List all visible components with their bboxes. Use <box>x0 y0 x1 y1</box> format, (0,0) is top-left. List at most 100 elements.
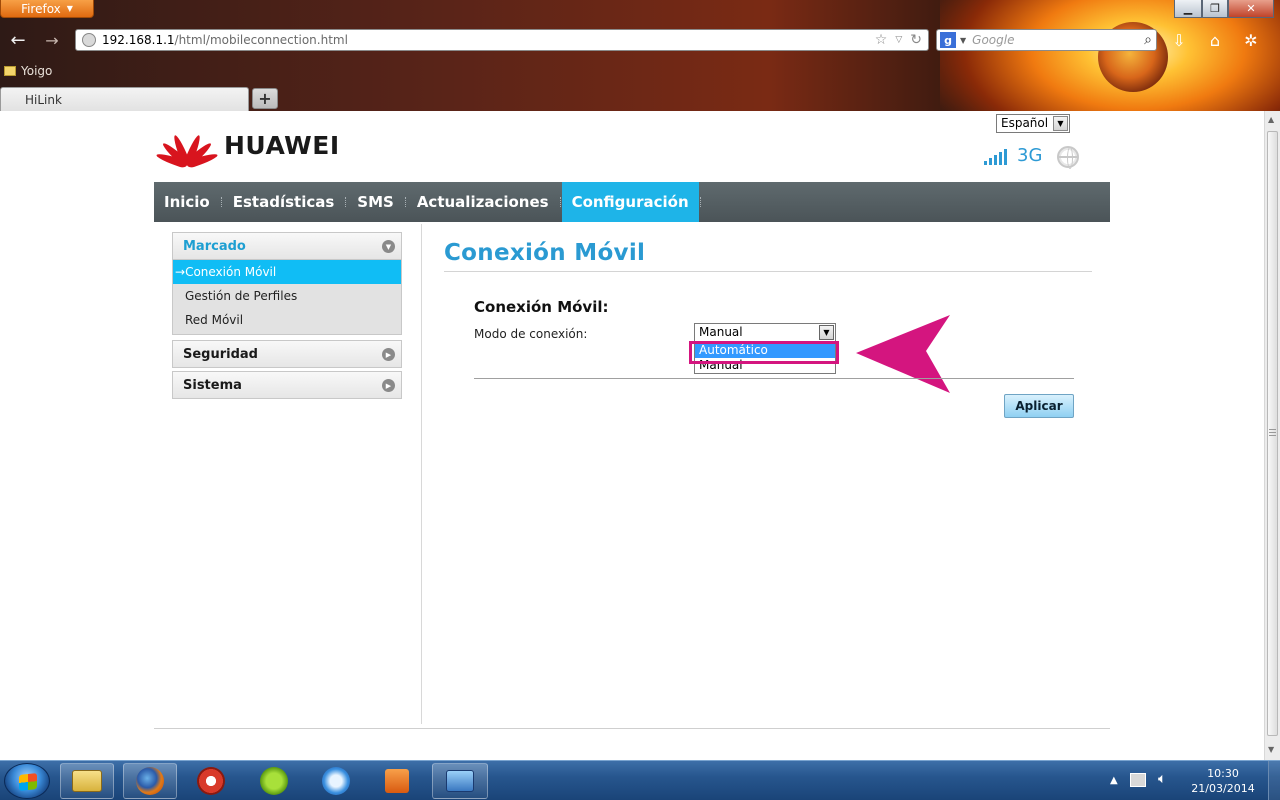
dropdown-history-icon[interactable]: ▽ <box>895 32 902 48</box>
folder-icon <box>72 770 102 792</box>
home-icon[interactable]: ⌂ <box>1204 29 1226 51</box>
apply-button[interactable]: Aplicar <box>1004 394 1074 418</box>
clock-time: 10:30 <box>1207 767 1239 780</box>
spotify-icon <box>260 767 288 795</box>
sidebar-item-gestion-perfiles[interactable]: Gestión de Perfiles <box>173 284 401 308</box>
tab-hilink[interactable]: HiLink <box>0 87 249 111</box>
new-tab-button[interactable]: + <box>252 88 278 109</box>
content-divider <box>421 224 422 724</box>
nav-item-4[interactable]: Configuración <box>561 182 699 222</box>
form-divider <box>474 378 1074 379</box>
huawei-logo: HUAWEI <box>155 123 340 169</box>
signal-bar <box>984 161 987 165</box>
nav-item-3[interactable]: Actualizaciones <box>407 182 559 222</box>
scroll-up-icon[interactable]: ▲ <box>1268 115 1274 124</box>
maximize-window-button[interactable]: ❐ <box>1202 0 1228 18</box>
option-manual[interactable]: Manual <box>695 358 835 373</box>
section-heading: Conexión Móvil: <box>474 298 609 316</box>
windows-taskbar: ▲ 🔈︎ 10:30 21/03/2014 <box>0 760 1280 800</box>
address-bar[interactable]: 192.168.1.1/html/mobileconnection.html ☆… <box>75 29 929 51</box>
search-engine-icon[interactable]: g <box>940 32 956 48</box>
sidebar-item-conexion-movil[interactable]: → Conexión Móvil <box>173 260 401 284</box>
site-identity-icon[interactable] <box>82 33 96 47</box>
taskbar-ccleaner[interactable] <box>184 763 238 799</box>
sidebar-section-label: Marcado <box>183 238 246 254</box>
expand-circle-icon: ▶ <box>382 348 395 361</box>
connection-mode-value: Manual <box>699 325 743 339</box>
language-select[interactable]: Español ▼ <box>996 114 1070 133</box>
network-status-icon[interactable] <box>1130 773 1146 787</box>
itunes-icon <box>322 767 350 795</box>
sidebar-section-label: Sistema <box>183 377 242 393</box>
chevron-down-icon: ▼ <box>66 4 73 13</box>
scroll-down-icon[interactable]: ▼ <box>1268 745 1274 754</box>
media-player-icon <box>385 769 409 793</box>
sidebar-section-sistema[interactable]: Sistema ▶ <box>172 371 402 399</box>
huawei-header: HUAWEI Español ▼ 3G <box>154 111 1110 182</box>
chevron-down-icon: ▼ <box>1053 116 1068 131</box>
sidebar-item-red-movil[interactable]: Red Móvil <box>173 308 401 332</box>
nav-separator <box>345 197 347 207</box>
signal-bar <box>994 155 997 165</box>
language-value: Español <box>1001 116 1049 130</box>
sidebar-section-marcado[interactable]: Marcado ▼ <box>172 232 402 260</box>
forward-arrow-icon[interactable]: → <box>40 28 64 52</box>
page-scrollbar[interactable]: ▲ ▼ <box>1264 111 1280 760</box>
bookmarks-menu-icon[interactable]: ✲ <box>1240 29 1262 51</box>
signal-bar <box>989 158 992 165</box>
browser-chrome: Firefox ▼ ▁ ❐ ✕ ← → 192.168.1.1/html/mob… <box>0 0 1280 111</box>
sidebar-item-label: Red Móvil <box>185 313 244 327</box>
reload-icon[interactable]: ↻ <box>910 32 922 48</box>
sidebar-item-label: Conexión Móvil <box>185 265 277 279</box>
search-engine-chevron-icon[interactable]: ▼ <box>960 36 966 45</box>
minimize-window-button[interactable]: ▁ <box>1174 0 1202 18</box>
windows-logo-icon <box>19 773 37 791</box>
clock-date: 21/03/2014 <box>1191 782 1255 795</box>
signal-bar <box>999 152 1002 165</box>
taskbar-firefox[interactable] <box>123 763 177 799</box>
search-icon[interactable]: ⌕ <box>1144 32 1152 48</box>
firefox-menu-button[interactable]: Firefox ▼ <box>0 0 94 18</box>
firefox-icon <box>136 767 164 795</box>
search-bar[interactable]: g ▼ Google ⌕ <box>936 29 1157 51</box>
system-tray: ▲ 🔈︎ 10:30 21/03/2014 <box>1110 761 1280 800</box>
signal-strength-icon <box>984 145 1007 165</box>
connection-mode-select[interactable]: Manual ▼ <box>694 323 836 342</box>
chevron-down-icon[interactable]: ▼ <box>819 325 834 340</box>
ccleaner-icon <box>197 767 225 795</box>
downloads-icon[interactable]: ⇩ <box>1168 29 1190 51</box>
nav-separator <box>699 197 701 207</box>
network-type: 3G <box>1017 145 1043 166</box>
taskbar-itunes[interactable] <box>309 763 363 799</box>
tab-title: HiLink <box>25 93 62 107</box>
volume-icon[interactable]: 🔈︎ <box>1158 771 1166 787</box>
sidebar-submenu-marcado: → Conexión Móvil Gestión de Perfiles Red … <box>172 260 402 335</box>
taskbar-spotify[interactable] <box>247 763 301 799</box>
close-window-button[interactable]: ✕ <box>1228 0 1274 18</box>
nav-item-0[interactable]: Inicio <box>154 182 220 222</box>
back-arrow-icon[interactable]: ← <box>6 28 30 52</box>
taskbar-media-player[interactable] <box>370 763 424 799</box>
sidebar-section-label: Seguridad <box>183 346 258 362</box>
nav-item-2[interactable]: SMS <box>347 182 404 222</box>
tray-expand-icon[interactable]: ▲ <box>1110 775 1118 786</box>
taskbar-clock[interactable]: 10:30 21/03/2014 <box>1180 766 1266 796</box>
taskbar-control-panel[interactable] <box>432 763 488 799</box>
bookmark-yoigo[interactable]: Yoigo <box>4 64 52 78</box>
search-placeholder: Google <box>972 33 1015 47</box>
active-arrow-icon: → <box>175 265 186 279</box>
signal-bar <box>1004 149 1007 165</box>
taskbar-explorer[interactable] <box>60 763 114 799</box>
page-title: Conexión Móvil <box>444 240 646 266</box>
option-automatico[interactable]: Automático <box>695 343 835 358</box>
url-host: 192.168.1.1 <box>102 33 175 47</box>
nav-item-1[interactable]: Estadísticas <box>223 182 345 222</box>
sidebar-section-seguridad[interactable]: Seguridad ▶ <box>172 340 402 368</box>
footer-divider <box>154 728 1110 729</box>
show-desktop-button[interactable] <box>1268 761 1280 800</box>
bookmark-label: Yoigo <box>21 64 53 78</box>
nav-separator <box>404 197 406 207</box>
bookmark-star-icon[interactable]: ☆ <box>875 32 888 48</box>
start-button[interactable] <box>4 763 50 799</box>
control-panel-icon <box>446 770 474 792</box>
